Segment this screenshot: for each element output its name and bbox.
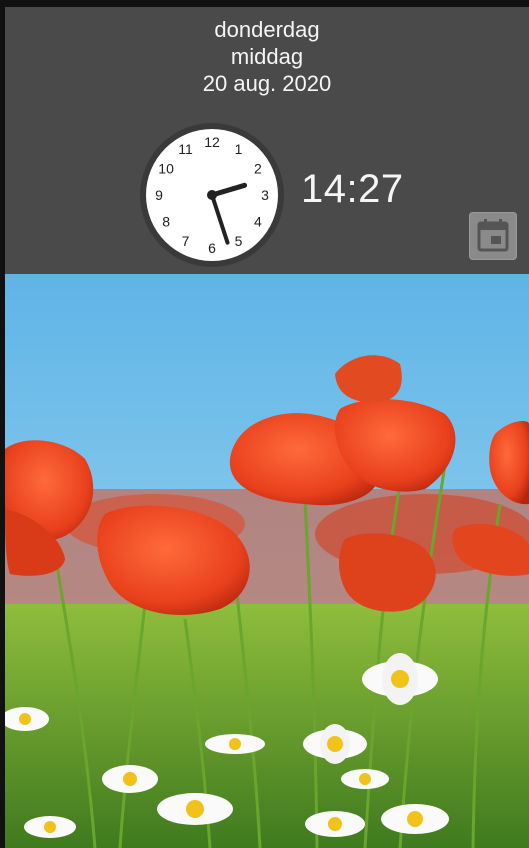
digital-time: 14:27 [301,167,404,211]
clock-numeral: 5 [235,233,243,249]
clock-numeral: 3 [261,187,269,203]
screen: donderdag middag 20 aug. 2020 12 1 2 3 4 5 6 7 8… [0,0,529,848]
clock-numeral: 10 [158,161,174,177]
date-time-header: donderdag middag 20 aug. 2020 12 1 2 3 4 5 6 7 8… [5,7,529,274]
day-of-week: donderdag [214,17,320,42]
wallpaper-photo [5,274,529,848]
clock-numeral: 12 [204,134,220,150]
analog-clock: 12 12 3 45 6 78 9 1011 [140,123,284,267]
clock-numeral: 11 [178,141,193,157]
clock-center [207,190,217,200]
clock-numeral: 6 [208,240,216,256]
clock-numeral: 4 [254,214,262,230]
clock-numeral: 1 [235,141,243,157]
clock-numeral: 7 [182,233,190,249]
clock-numeral: 9 [155,187,163,203]
part-of-day: middag [230,44,304,69]
date-text: 20 aug. 2020 [202,71,332,96]
clock-numeral: 2 [254,161,262,177]
calendar-icon [477,219,509,252]
calendar-button[interactable] [469,212,517,260]
clock-numeral: 8 [162,214,170,230]
